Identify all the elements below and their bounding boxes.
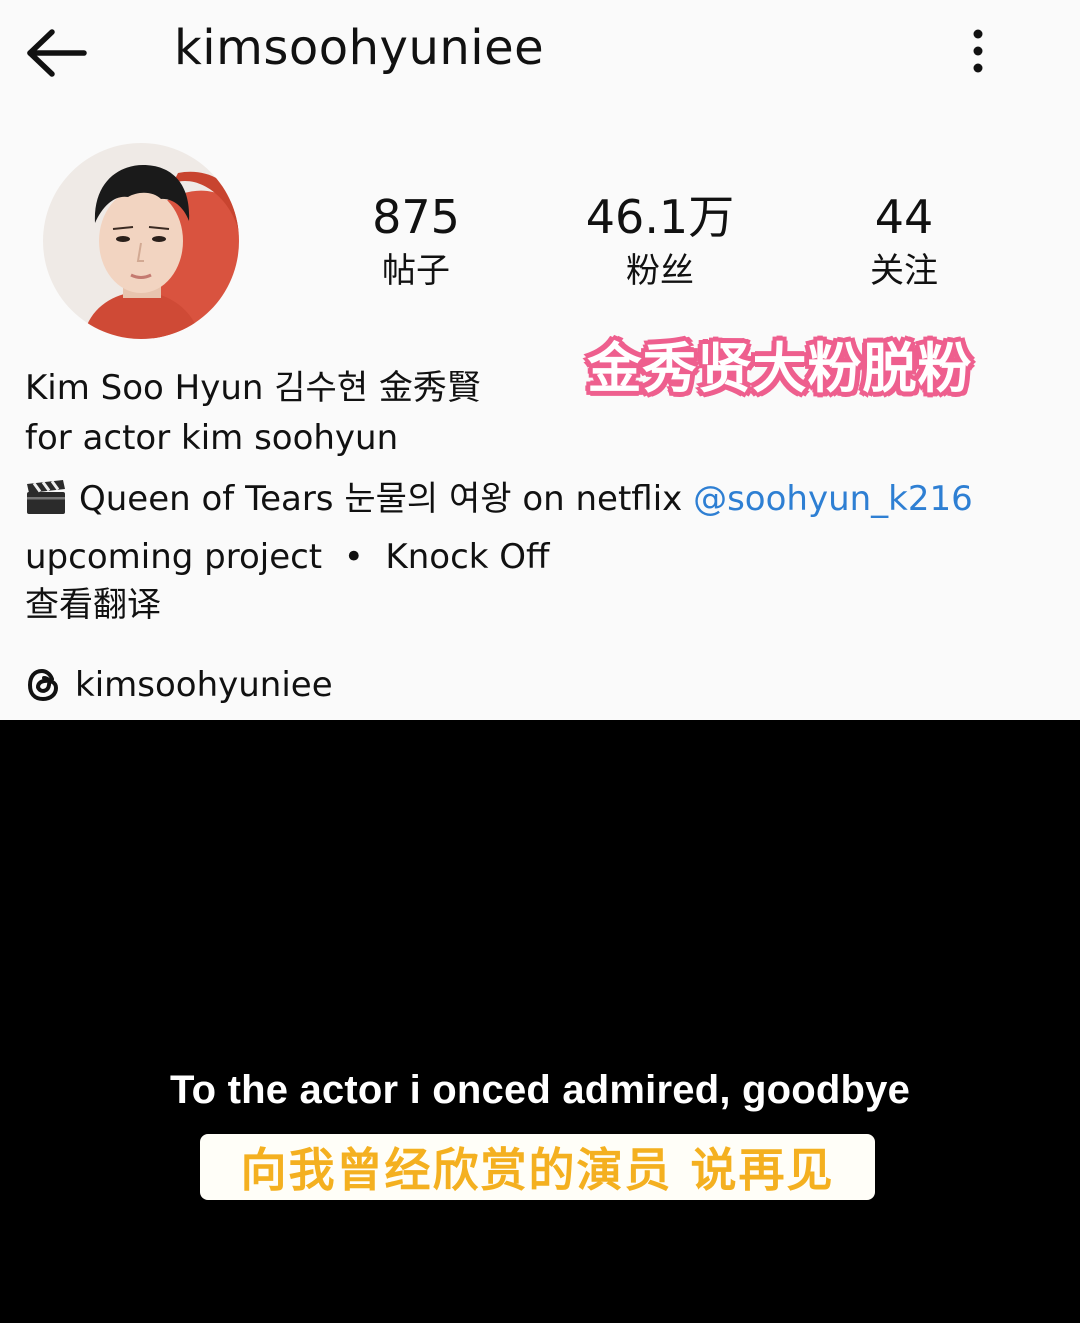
see-translation-link[interactable]: 查看翻译: [25, 583, 161, 627]
posts-count: 875: [372, 190, 460, 244]
followers-label: 粉丝: [626, 251, 694, 291]
subtitle-english: To the actor i onced admired, goodbye: [169, 1068, 911, 1112]
overlay-caption: 金秀贤大粉脱粉: [587, 336, 973, 400]
followers-count: 46.1万: [585, 190, 735, 244]
following-stat[interactable]: 44 关注: [804, 188, 1004, 296]
mention-link[interactable]: @soohyun_k216: [693, 479, 973, 519]
threads-link[interactable]: kimsoohyuniee: [25, 663, 333, 707]
more-vertical-icon: [973, 29, 983, 73]
top-bar: kimsoohyuniee: [0, 0, 1080, 110]
clapperboard-icon: [27, 480, 65, 514]
profile-photo: [43, 143, 239, 339]
threads-handle: kimsoohyuniee: [75, 665, 333, 705]
following-count: 44: [874, 190, 934, 244]
posts-label: 帖子: [382, 251, 450, 291]
profile-display-name: Kim Soo Hyun 김수현 金秀賢: [25, 368, 481, 408]
avatar[interactable]: [43, 143, 239, 339]
profile-page: kimsoohyuniee 875 帖子 46.1万 粉丝 44 关注 金秀贤大…: [0, 0, 1080, 720]
page-title: kimsoohyuniee: [174, 20, 545, 76]
followers-stat[interactable]: 46.1万 粉丝: [560, 188, 760, 296]
bio-line-3: upcoming project • Knock Off: [25, 537, 550, 577]
threads-icon: [27, 668, 59, 702]
subtitle-chinese: 向我曾经欣赏的演员 说再见: [200, 1134, 875, 1200]
arrow-left-icon: [27, 29, 87, 77]
bio-line-2: Queen of Tears 눈물의 여왕 on netflix @soohyu…: [25, 477, 973, 521]
back-button[interactable]: [22, 22, 92, 82]
more-options-button[interactable]: [958, 26, 998, 76]
following-label: 关注: [870, 251, 938, 291]
posts-stat[interactable]: 875 帖子: [316, 188, 516, 296]
bio-line-1: for actor kim soohyun: [25, 418, 399, 458]
bio-line-2-text: Queen of Tears 눈물의 여왕 on netflix: [79, 479, 694, 519]
